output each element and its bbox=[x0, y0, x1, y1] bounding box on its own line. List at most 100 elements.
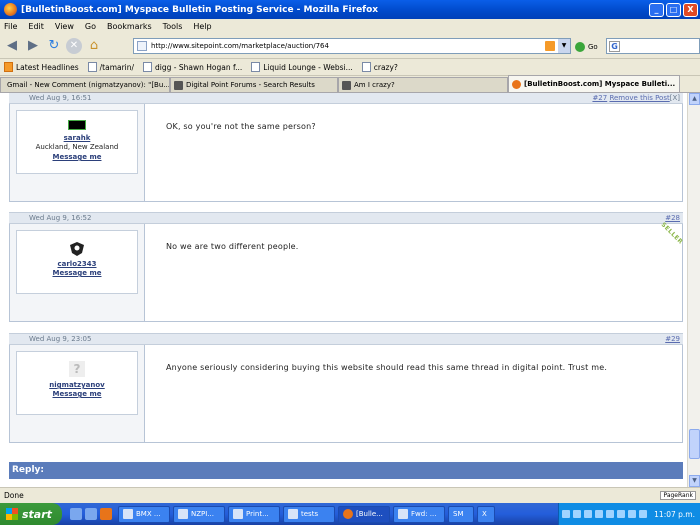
user-column: carlo2343 Message me bbox=[10, 224, 145, 321]
taskbar-item-print[interactable]: Print... bbox=[228, 505, 280, 523]
go-label: Go bbox=[588, 43, 598, 51]
back-arrow-icon: ◀ bbox=[7, 38, 17, 53]
go-button[interactable]: Go bbox=[575, 42, 598, 52]
menu-bookmarks[interactable]: Bookmarks bbox=[107, 22, 152, 31]
post-29: Wed Aug 9, 23:05 #29 ? nigmatzyanov Mess… bbox=[9, 333, 683, 443]
pagerank-indicator[interactable]: PageRank bbox=[660, 491, 696, 500]
start-button[interactable]: start bbox=[0, 503, 62, 525]
post-body: sarahk Auckland, New Zealand Message me … bbox=[9, 104, 683, 202]
bookmark-label: Liquid Lounge - Websi... bbox=[263, 62, 353, 72]
taskbar-item-nzpi[interactable]: NZPI... bbox=[173, 505, 225, 523]
tab-digital-point[interactable]: Digital Point Forums - Search Results bbox=[170, 77, 338, 92]
tab-bulletinboost[interactable]: [BulletinBoost.com] Myspace Bulleti... bbox=[508, 75, 680, 92]
scroll-up-arrow-icon[interactable]: ▲ bbox=[689, 93, 700, 105]
reload-icon: ↻ bbox=[48, 38, 60, 53]
minimize-button[interactable]: _ bbox=[649, 2, 664, 17]
taskbar-label: SM bbox=[453, 510, 464, 518]
tab-label: Am I crazy? bbox=[354, 81, 395, 89]
back-button[interactable]: ◀ bbox=[3, 37, 21, 55]
scroll-down-arrow-icon[interactable]: ▼ bbox=[689, 475, 700, 487]
post-number-link[interactable]: #28 bbox=[665, 214, 680, 222]
user-box: carlo2343 Message me bbox=[16, 230, 138, 294]
message-me-link[interactable]: Message me bbox=[17, 269, 137, 277]
user-column: ? nigmatzyanov Message me bbox=[10, 345, 145, 442]
rss-feed-icon[interactable] bbox=[545, 41, 555, 51]
stop-icon: ✕ bbox=[69, 40, 79, 51]
window-icon bbox=[178, 509, 188, 519]
bookmark-digg[interactable]: digg - Shawn Hogan f... bbox=[143, 62, 242, 72]
menu-view[interactable]: View bbox=[55, 22, 74, 31]
tray-messenger-icon[interactable] bbox=[584, 510, 593, 518]
quicklaunch-desktop-icon[interactable] bbox=[70, 508, 82, 520]
clock[interactable]: 11:07 p.m. bbox=[654, 510, 695, 519]
maximize-button[interactable]: □ bbox=[666, 2, 681, 17]
post-27: Wed Aug 9, 16:51 #27 Remove this Post[X]… bbox=[9, 93, 683, 202]
message-me-link[interactable]: Message me bbox=[17, 153, 137, 161]
status-bar: Done PageRank bbox=[0, 487, 700, 503]
quicklaunch-firefox-icon[interactable] bbox=[100, 508, 112, 520]
bookmark-tamarin[interactable]: /tamarin/ bbox=[87, 62, 135, 72]
user-box: ? nigmatzyanov Message me bbox=[16, 351, 138, 415]
go-arrow-icon bbox=[575, 42, 585, 52]
taskbar-item-x[interactable]: X bbox=[477, 505, 495, 523]
digital-point-icon bbox=[174, 80, 183, 90]
firefox-icon bbox=[343, 509, 353, 519]
taskbar-item-tests[interactable]: tests bbox=[283, 505, 335, 523]
search-box[interactable]: G bbox=[606, 38, 700, 54]
bookmark-label: /tamarin/ bbox=[99, 62, 135, 72]
mail-icon bbox=[398, 509, 408, 519]
url-text[interactable]: http://www.sitepoint.com/marketplace/auc… bbox=[151, 42, 545, 50]
remove-post-link[interactable]: Remove this Post bbox=[609, 94, 669, 102]
windows-taskbar: start BMX ... NZPI... Print... tests [Bu… bbox=[0, 503, 700, 525]
close-button[interactable]: X bbox=[683, 2, 698, 17]
tray-network-icon[interactable] bbox=[562, 510, 571, 518]
menu-edit[interactable]: Edit bbox=[28, 22, 44, 31]
post-body: carlo2343 Message me No we are two diffe… bbox=[9, 221, 684, 322]
firefox-icon bbox=[512, 79, 521, 89]
username-link[interactable]: carlo2343 bbox=[17, 260, 137, 268]
scrollbar-thumb[interactable] bbox=[689, 429, 700, 459]
taskbar-item-fwd[interactable]: Fwd: ... bbox=[393, 505, 445, 523]
tray-update-icon[interactable] bbox=[606, 510, 615, 518]
remove-post-x[interactable]: [X] bbox=[670, 94, 680, 102]
url-dropdown-button[interactable]: ▼ bbox=[558, 39, 570, 53]
tray-app-icon[interactable] bbox=[617, 510, 626, 518]
tray-app-icon[interactable] bbox=[639, 510, 648, 518]
shield-avatar-icon bbox=[70, 242, 84, 256]
tab-am-i-crazy[interactable]: Am I crazy? bbox=[338, 77, 508, 92]
menu-go[interactable]: Go bbox=[85, 22, 96, 31]
quicklaunch-ie-icon[interactable] bbox=[85, 508, 97, 520]
window-title: [BulletinBoost.com] Myspace Bulletin Pos… bbox=[21, 4, 379, 15]
default-avatar-icon: ? bbox=[69, 361, 85, 377]
menu-file[interactable]: File bbox=[4, 22, 17, 31]
post-number-link[interactable]: #29 bbox=[665, 335, 680, 343]
taskbar-item-bmx[interactable]: BMX ... bbox=[118, 505, 170, 523]
post-text: Anyone seriously considering buying this… bbox=[166, 363, 608, 372]
tab-bar: Gmail - New Comment (nigmatzyanov): "[Bu… bbox=[0, 75, 700, 93]
forward-button[interactable]: ▶ bbox=[24, 37, 42, 55]
tray-volume-icon[interactable] bbox=[573, 510, 582, 518]
username-link[interactable]: nigmatzyanov bbox=[17, 381, 137, 389]
taskbar-item-bulletinboost[interactable]: [Bulle... bbox=[338, 505, 390, 523]
username-link[interactable]: sarahk bbox=[17, 134, 137, 142]
menu-help[interactable]: Help bbox=[193, 22, 211, 31]
system-tray: 11:07 p.m. bbox=[558, 503, 700, 525]
stop-button[interactable]: ✕ bbox=[66, 37, 82, 54]
tray-app-icon[interactable] bbox=[628, 510, 637, 518]
post-number-link[interactable]: #27 bbox=[592, 94, 607, 102]
bookmark-liquid-lounge[interactable]: Liquid Lounge - Websi... bbox=[251, 62, 353, 72]
bookmark-crazy[interactable]: crazy? bbox=[361, 62, 398, 72]
tab-gmail[interactable]: Gmail - New Comment (nigmatzyanov): "[Bu… bbox=[0, 77, 170, 92]
reload-button[interactable]: ↻ bbox=[45, 37, 63, 55]
menu-tools[interactable]: Tools bbox=[163, 22, 183, 31]
page-scrollbar[interactable]: ▲ ▼ bbox=[687, 93, 700, 487]
bookmark-page-icon bbox=[361, 62, 371, 72]
post-28: Wed Aug 9, 16:52 #28 carlo2343 Message m… bbox=[9, 212, 684, 322]
bookmark-latest-headlines[interactable]: Latest Headlines bbox=[4, 62, 79, 72]
digital-point-icon bbox=[342, 80, 351, 90]
taskbar-item-sm[interactable]: SM bbox=[448, 505, 474, 523]
message-me-link[interactable]: Message me bbox=[17, 390, 137, 398]
url-bar[interactable]: http://www.sitepoint.com/marketplace/auc… bbox=[133, 38, 571, 54]
home-button[interactable]: ⌂ bbox=[85, 37, 103, 55]
tray-antivirus-icon[interactable] bbox=[595, 510, 604, 518]
